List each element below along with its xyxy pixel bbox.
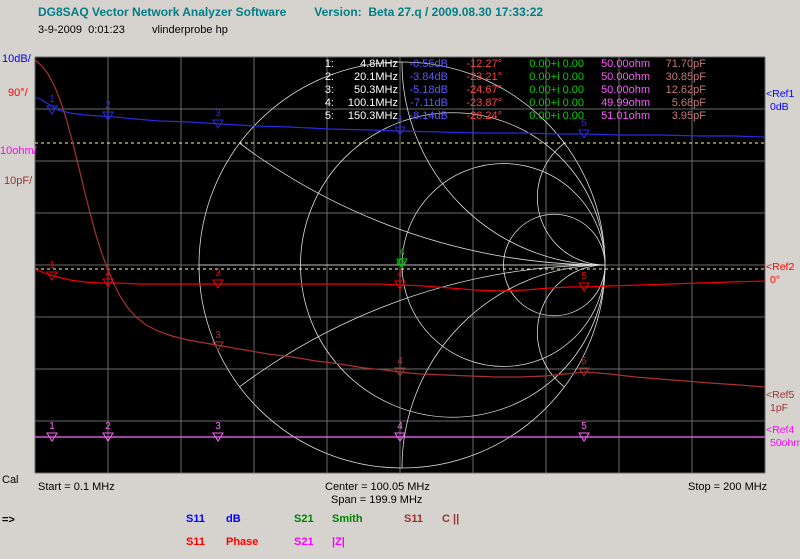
marker-row: 1:4.8MHz-0.55dB-12.27°0.00+i 0.0050.00oh… — [314, 58, 706, 71]
marker-cell-db: -5.18dB — [398, 84, 448, 97]
marker-cell-smith: 0.00+i 0.00 — [502, 58, 584, 71]
marker-cell-freq: 20.1MHz — [334, 71, 398, 84]
reference-label[interactable]: <Ref20° — [766, 261, 794, 287]
start-frequency-label: Start = 0.1 MHz — [38, 481, 115, 493]
marker-cell-phase: -26.24° — [448, 110, 502, 123]
svg-text:3: 3 — [215, 330, 221, 341]
svg-text:1: 1 — [49, 94, 55, 105]
marker-cell-num: 4: — [314, 97, 334, 110]
scale-per-div-label: 10pF/ — [4, 175, 32, 187]
span-frequency-label: Span = 199.9 MHz — [331, 494, 422, 506]
legend-item[interactable]: S11 — [404, 513, 423, 525]
legend-item[interactable]: S11 — [186, 513, 205, 525]
marker-cell-phase: -12.27° — [448, 58, 502, 71]
prompt-indicator: => — [2, 514, 15, 526]
marker-cell-smith: 0.00+i 0.00 — [502, 97, 584, 110]
reference-name: <Ref5 — [766, 389, 794, 402]
marker-row: 5:150.3MHz-8.14dB-26.24°0.00+i 0.0051.01… — [314, 110, 706, 123]
marker-cell-db: -7.11dB — [398, 97, 448, 110]
svg-text:5: 5 — [581, 421, 587, 432]
marker-row: 3:50.3MHz-5.18dB-24.67°0.00+i 0.0050.00o… — [314, 84, 706, 97]
svg-text:2: 2 — [105, 421, 111, 432]
marker-cell-phase: -23.21° — [448, 71, 502, 84]
svg-text:1: 1 — [49, 260, 55, 271]
svg-text:5: 5 — [581, 356, 587, 367]
legend-item[interactable]: C || — [442, 513, 459, 525]
marker-cell-impedance: 49.99ohm — [584, 97, 650, 110]
scale-per-div-label: 10dB/ — [2, 53, 31, 65]
legend-item[interactable]: Phase — [226, 536, 258, 548]
scale-per-div-label: 90°/ — [8, 87, 28, 99]
marker-cell-num: 3: — [314, 84, 334, 97]
svg-text:3: 3 — [215, 268, 221, 279]
reference-label[interactable]: <Ref51pF — [766, 389, 794, 415]
marker-table: 1:4.8MHz-0.55dB-12.27°0.00+i 0.0050.00oh… — [314, 58, 706, 123]
marker-cell-impedance: 51.01ohm — [584, 110, 650, 123]
svg-text:4: 4 — [397, 356, 403, 367]
center-frequency-label: Center = 100.05 MHz — [325, 481, 430, 493]
marker-cell-num: 2: — [314, 71, 334, 84]
marker-row: 2:20.1MHz-3.84dB-23.21°0.00+i 0.0050.00o… — [314, 71, 706, 84]
reference-name: <Ref4 — [766, 424, 800, 437]
reference-value: 0dB — [766, 101, 794, 114]
marker-row: 4:100.1MHz-7.11dB-23.87°0.00+i 0.0049.99… — [314, 97, 706, 110]
marker-cell-num: 1: — [314, 58, 334, 71]
marker-cell-impedance: 50.00ohm — [584, 58, 650, 71]
marker-cell-freq: 100.1MHz — [334, 97, 398, 110]
reference-label[interactable]: <Ref10dB — [766, 88, 794, 114]
marker-cell-db: -3.84dB — [398, 71, 448, 84]
marker-cell-db: -8.14dB — [398, 110, 448, 123]
marker-cell-phase: -23.87° — [448, 97, 502, 110]
reference-label[interactable]: <Ref450ohm — [766, 424, 800, 450]
svg-text:5: 5 — [581, 271, 587, 282]
marker-cell-capacitance: 71.70pF — [650, 58, 706, 71]
reference-name: <Ref1 — [766, 88, 794, 101]
cal-status-label: Cal — [2, 474, 19, 486]
marker-cell-phase: -24.67° — [448, 84, 502, 97]
marker-cell-freq: 50.3MHz — [334, 84, 398, 97]
stop-frequency-label: Stop = 200 MHz — [688, 481, 767, 493]
reference-value: 1pF — [766, 402, 794, 415]
vnwa-window: DG8SAQ Vector Network Analyzer Software … — [0, 0, 800, 559]
marker-cell-capacitance: 30.85pF — [650, 71, 706, 84]
svg-text:4: 4 — [399, 247, 405, 258]
svg-text:4: 4 — [397, 421, 403, 432]
svg-text:2: 2 — [105, 100, 111, 111]
svg-text:4: 4 — [397, 269, 403, 280]
svg-text:3: 3 — [215, 421, 221, 432]
svg-text:3: 3 — [215, 108, 221, 119]
marker-cell-freq: 4.8MHz — [334, 58, 398, 71]
marker-cell-impedance: 50.00ohm — [584, 71, 650, 84]
marker-cell-db: -0.55dB — [398, 58, 448, 71]
marker-cell-smith: 0.00+i 0.00 — [502, 110, 584, 123]
scale-per-div-label: 10ohm/ — [0, 145, 37, 157]
legend-item[interactable]: dB — [226, 513, 241, 525]
marker-cell-smith: 0.00+i 0.00 — [502, 71, 584, 84]
marker-cell-capacitance: 3.95pF — [650, 110, 706, 123]
marker-cell-num: 5: — [314, 110, 334, 123]
marker-cell-capacitance: 12.62pF — [650, 84, 706, 97]
reference-value: 50ohm — [766, 437, 800, 450]
reference-value: 0° — [766, 274, 794, 287]
legend-item[interactable]: S21 — [294, 536, 314, 548]
marker-cell-impedance: 50.00ohm — [584, 84, 650, 97]
marker-cell-freq: 150.3MHz — [334, 110, 398, 123]
svg-text:1: 1 — [49, 421, 55, 432]
legend-item[interactable]: S21 — [294, 513, 314, 525]
legend-item[interactable]: Smith — [332, 513, 363, 525]
marker-cell-smith: 0.00+i 0.00 — [502, 84, 584, 97]
legend-item[interactable]: |Z| — [332, 536, 345, 548]
marker-cell-capacitance: 5.68pF — [650, 97, 706, 110]
legend-item[interactable]: S11 — [186, 536, 205, 548]
reference-name: <Ref2 — [766, 261, 794, 274]
